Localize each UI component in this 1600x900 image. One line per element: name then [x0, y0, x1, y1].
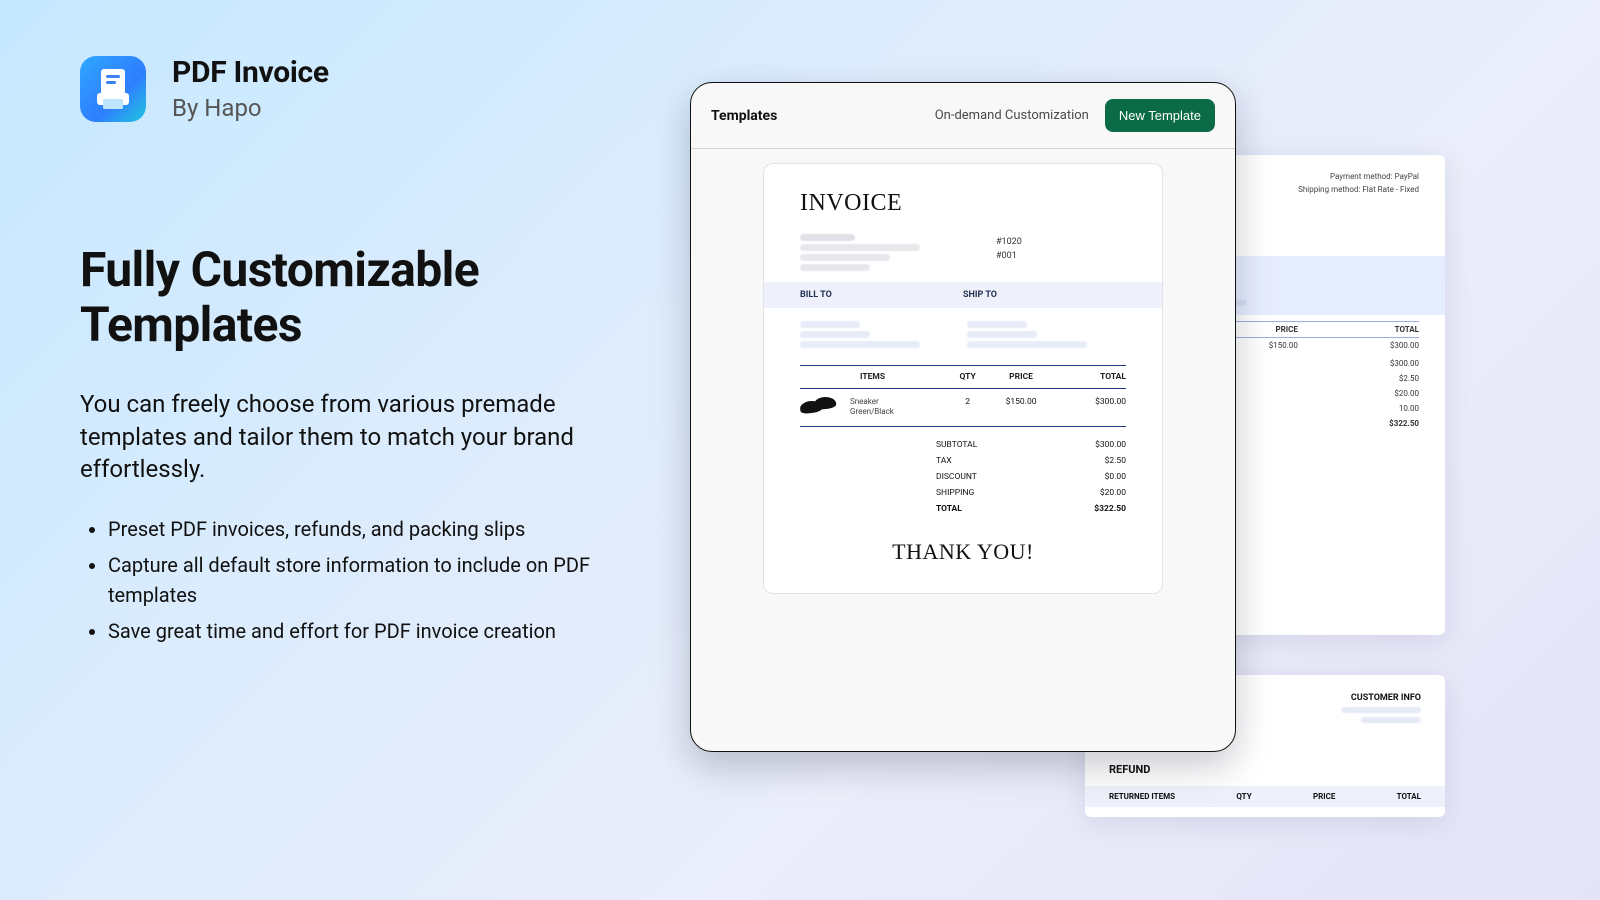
templates-card: Templates On-demand Customization New Te… [690, 82, 1236, 752]
col-qty: QTY [949, 366, 986, 389]
col-price: PRICE [986, 366, 1056, 389]
app-header: PDF Invoice By Hapo [80, 55, 640, 122]
col-total: TOTAL [1056, 366, 1126, 389]
col-items: ITEMS [800, 366, 949, 389]
on-demand-customization-link[interactable]: On-demand Customization [935, 108, 1089, 123]
bill-to-label: BILL TO [800, 290, 963, 300]
feature-bullets: Preset PDF invoices, refunds, and packin… [80, 514, 640, 646]
invoice-number: #001 [996, 249, 1126, 263]
bullet-item: Save great time and effort for PDF invoi… [108, 616, 640, 646]
refund-title: REFUND [1109, 763, 1421, 776]
app-icon [80, 56, 146, 122]
product-thumbnail-icon [800, 397, 840, 415]
app-title: PDF Invoice [172, 55, 329, 90]
app-byline: By Hapo [172, 94, 329, 122]
bullet-item: Capture all default store information to… [108, 550, 640, 610]
new-template-button[interactable]: New Template [1105, 99, 1215, 132]
card-title: Templates [711, 108, 777, 124]
order-number: #1020 [996, 235, 1126, 249]
headline: Fully Customizable Templates [80, 242, 640, 352]
invoice-template-preview[interactable]: INVOICE #1020 #001 BILL TO SHIP TO [763, 163, 1163, 594]
thank-you-text: THANK YOU! [764, 539, 1162, 565]
ship-to-label: SHIP TO [963, 290, 1126, 300]
bullet-item: Preset PDF invoices, refunds, and packin… [108, 514, 640, 544]
subheadline: You can freely choose from various prema… [80, 388, 600, 485]
invoice-heading: INVOICE [800, 190, 1126, 217]
line-items-table: ITEMS QTY PRICE TOTAL Sneaker Green/Blac… [800, 365, 1126, 427]
table-row: Sneaker Green/Black 2 $150.00 $300.00 [800, 389, 1126, 427]
document-printer-icon [95, 69, 131, 109]
totals-block: SUBTOTAL$300.00 TAX$2.50 DISCOUNT$0.00 S… [800, 437, 1126, 517]
